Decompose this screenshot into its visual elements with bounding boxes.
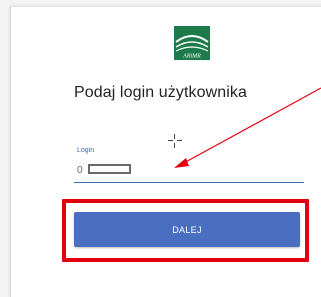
logo-text: ARiMR: [182, 54, 201, 60]
arimr-logo-icon: ARiMR: [174, 26, 210, 60]
login-field-label: Login: [77, 147, 95, 154]
next-button[interactable]: DALEJ: [74, 212, 300, 247]
page-title: Podaj login użytkownika: [73, 84, 248, 101]
login-field-value[interactable]: 0: [77, 165, 83, 176]
login-field[interactable]: Login 0: [74, 147, 304, 183]
text-cursor-icon: [168, 134, 182, 148]
login-field-underline: [74, 182, 304, 183]
redaction-box: [88, 164, 131, 174]
